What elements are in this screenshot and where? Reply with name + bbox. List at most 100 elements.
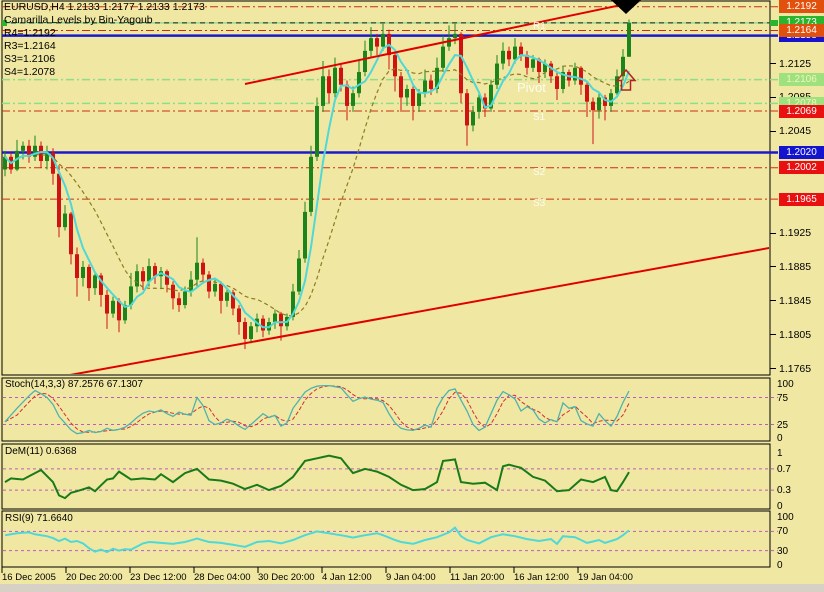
candle	[3, 150, 7, 177]
price-box-label: 1.2164	[779, 24, 824, 37]
price-box-label: 1.1965	[779, 192, 824, 206]
candle	[303, 201, 307, 263]
price-box-label: 1.2192	[779, 0, 824, 14]
pivot-label-pivot: Pivot	[517, 80, 546, 95]
candle	[501, 42, 505, 70]
time-axis[interactable]: 16 Dec 2005 20 Dec 20:00 23 Dec 12:00 28 De…	[0, 568, 770, 584]
chart-title: EURUSD,H4 1.2133 1.2177 1.2133 1.2173	[4, 1, 205, 13]
price-label: 1.1765	[779, 362, 812, 375]
chart-header: EURUSD,H4 1.2133 1.2177 1.2133 1.2173 Ca…	[4, 1, 205, 79]
candle	[375, 33, 379, 56]
candle	[327, 69, 331, 104]
stoch-main-line	[4, 384, 630, 435]
candle	[51, 148, 55, 185]
candle	[387, 29, 391, 70]
candle	[573, 62, 577, 85]
candle	[459, 32, 463, 104]
camarilla-level-s3: S3=1.2106	[4, 53, 56, 65]
candle	[579, 66, 583, 95]
dem-scale-label: 0.7	[777, 463, 791, 475]
candle	[309, 145, 313, 217]
price-box-label: 1.2069	[779, 104, 824, 118]
price-scale-tick	[770, 63, 776, 65]
candle	[441, 35, 445, 73]
candle	[33, 135, 37, 162]
candle	[495, 55, 499, 89]
rsi-scale-label: 30	[777, 545, 789, 557]
candle	[507, 46, 511, 67]
price-scale-tick	[770, 368, 776, 370]
candle	[237, 305, 241, 335]
price-scale-tick	[770, 266, 776, 268]
indicator-title: Camarilla Levels by Bin-Yagoub	[4, 14, 153, 26]
pivot-label-s1: S1	[533, 112, 546, 123]
candle	[153, 262, 157, 284]
chart-canvas	[1, 0, 778, 573]
price-label: 1.2045	[779, 125, 812, 138]
rsi-scale-label: 0	[777, 560, 783, 571]
rsi-scale-label: 100	[777, 512, 794, 523]
candle	[195, 237, 199, 287]
camarilla-level-r3: R3=1.2164	[4, 40, 56, 52]
candle	[87, 264, 91, 301]
stoch-scale-label: 0	[777, 433, 783, 444]
candle	[393, 50, 397, 92]
price-label: 1.1885	[779, 260, 812, 273]
stoch-scale-label: 25	[777, 419, 789, 431]
price-scale-tick	[770, 300, 776, 302]
candle	[519, 42, 523, 62]
price-label: 1.1925	[779, 227, 812, 240]
candle	[273, 309, 277, 329]
window-bottom-strip	[0, 584, 824, 592]
candle	[399, 72, 403, 112]
price-scale[interactable]: 1.21251.20851.20451.19251.18851.18451.18…	[770, 0, 824, 584]
candle	[591, 97, 595, 145]
price-label: 1.2125	[779, 57, 812, 70]
time-axis-label: 28 Dec 04:00	[194, 572, 251, 583]
dem-line	[4, 454, 630, 500]
candle	[567, 69, 571, 87]
price-scale-tick	[770, 96, 776, 98]
candle	[249, 322, 253, 344]
price-scale-tick	[770, 334, 776, 336]
rsi-scale-label: 70	[777, 526, 789, 538]
candle	[201, 258, 205, 284]
price-box-label: 1.2020	[779, 146, 824, 160]
pivot-label-r1: R1	[533, 21, 546, 32]
time-axis-label: 11 Jan 20:00	[450, 572, 505, 583]
candle	[597, 93, 601, 119]
stoch-scale-label: 75	[777, 392, 789, 404]
dem-scale-label: 0	[777, 501, 783, 512]
candle	[45, 145, 49, 170]
candle	[69, 211, 73, 265]
price-label: 1.1805	[779, 328, 812, 341]
candle	[447, 25, 451, 51]
time-axis-label: 19 Jan 04:00	[578, 572, 633, 583]
dem-scale-label: 1	[777, 448, 783, 459]
candle	[561, 66, 565, 94]
candle	[471, 105, 475, 132]
candle	[15, 139, 19, 172]
candle	[207, 271, 211, 299]
time-axis-label: 23 Dec 12:00	[130, 572, 187, 583]
candle	[315, 97, 319, 162]
price-scale-tick	[770, 232, 776, 234]
price-scale-tick	[770, 130, 776, 132]
candle	[555, 72, 559, 100]
time-axis-label: 9 Jan 04:00	[386, 572, 436, 583]
candle	[525, 50, 529, 75]
candle	[465, 88, 469, 146]
camarilla-level-s4: S4=1.2078	[4, 66, 56, 78]
candle	[63, 205, 67, 231]
pivot-label-s3: S3	[533, 198, 546, 209]
stoch-scale-label: 100	[777, 379, 794, 390]
candle	[627, 19, 631, 57]
pivot-label-s2: S2	[533, 167, 546, 178]
candle	[27, 139, 31, 163]
rsi-window[interactable]	[1, 510, 771, 568]
candle	[159, 266, 163, 289]
candle	[81, 261, 85, 287]
time-axis-label: 4 Jan 12:00	[322, 572, 372, 583]
candle	[75, 247, 79, 297]
candle	[171, 281, 175, 310]
